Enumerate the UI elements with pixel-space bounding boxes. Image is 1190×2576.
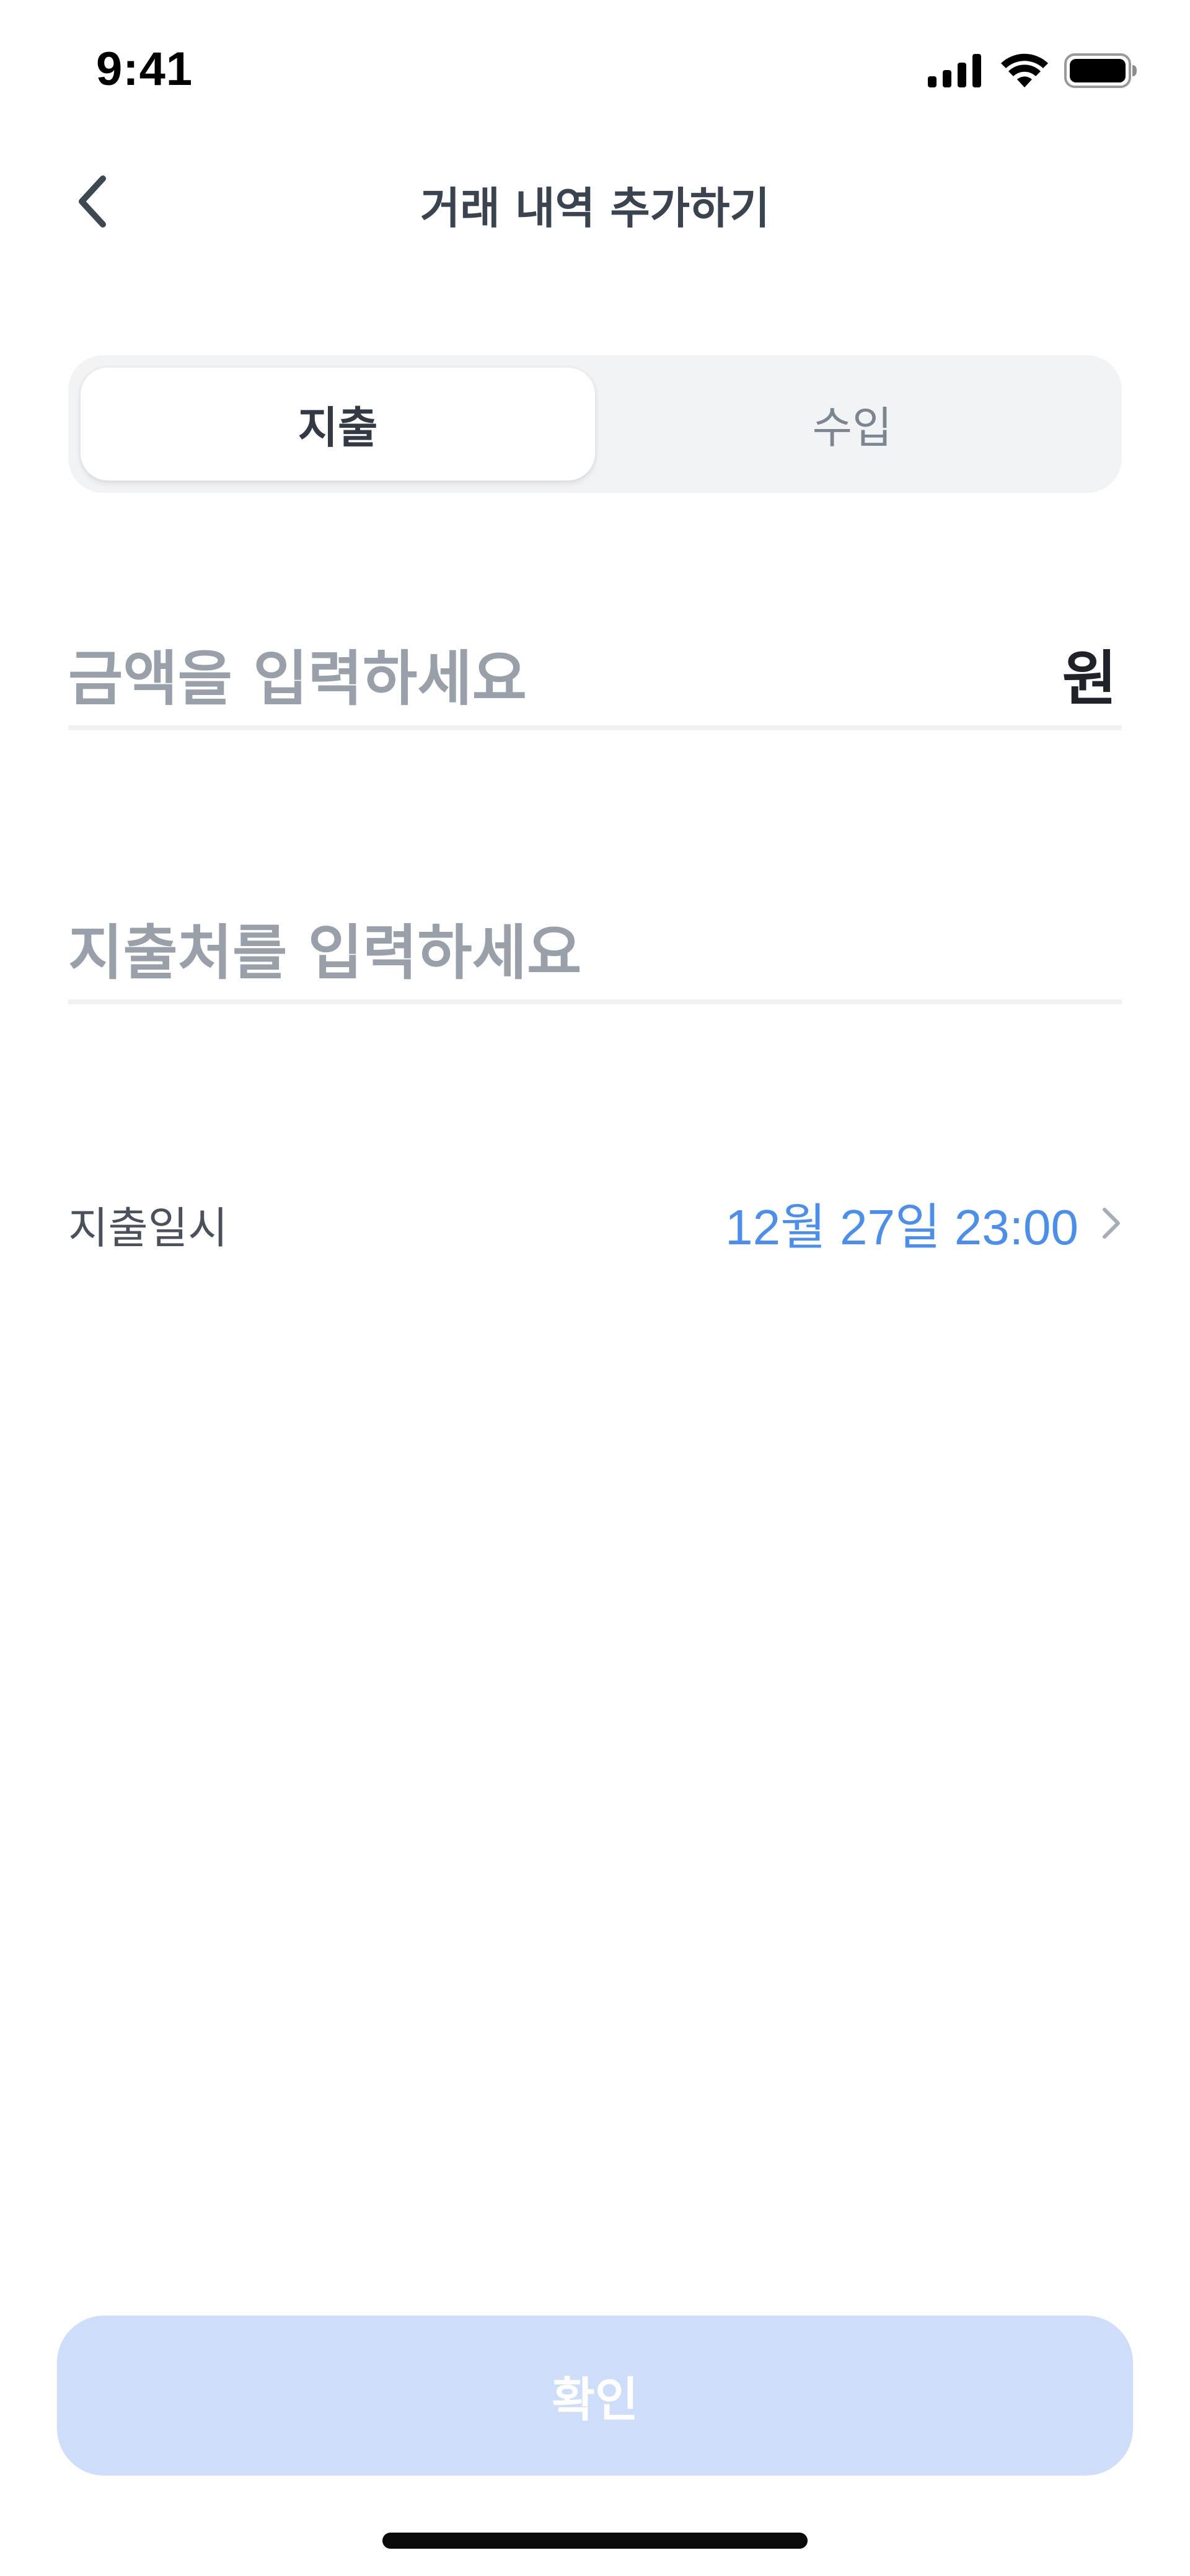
expense-datetime-label: 지출일시 bbox=[68, 1203, 228, 1254]
status-time: 9:41 bbox=[96, 43, 193, 95]
currency-unit: 원 bbox=[1062, 644, 1117, 714]
status-bar: 9:41 bbox=[0, 0, 1190, 143]
merchant-field bbox=[68, 919, 1122, 1004]
expense-datetime-value[interactable]: 12월 27일 23:00 bbox=[725, 1187, 1078, 1259]
chevron-right-icon bbox=[1103, 1208, 1120, 1239]
tab-expense[interactable]: 지출 bbox=[81, 368, 595, 480]
expense-datetime-value-group[interactable]: 12월 27일 23:00 bbox=[725, 1187, 1122, 1259]
transaction-type-toggle: 지출 수입 bbox=[68, 355, 1122, 493]
navigation-bar: 거래 내역 추가하기 bbox=[0, 149, 1190, 254]
home-indicator bbox=[382, 2533, 808, 2549]
battery-icon bbox=[1064, 53, 1137, 88]
confirm-button[interactable]: 확인 bbox=[57, 2316, 1133, 2476]
amount-field: 원 bbox=[68, 645, 1122, 730]
page-title: 거래 내역 추가하기 bbox=[420, 183, 770, 234]
wifi-icon bbox=[1001, 53, 1048, 87]
expense-datetime-row[interactable]: 지출일시 12월 27일 23:00 bbox=[68, 1181, 1122, 1255]
amount-input[interactable] bbox=[68, 645, 998, 713]
cellular-signal-icon bbox=[928, 54, 981, 87]
merchant-input[interactable] bbox=[68, 919, 998, 987]
tab-income[interactable]: 수입 bbox=[595, 368, 1109, 480]
status-icons bbox=[928, 51, 1137, 91]
